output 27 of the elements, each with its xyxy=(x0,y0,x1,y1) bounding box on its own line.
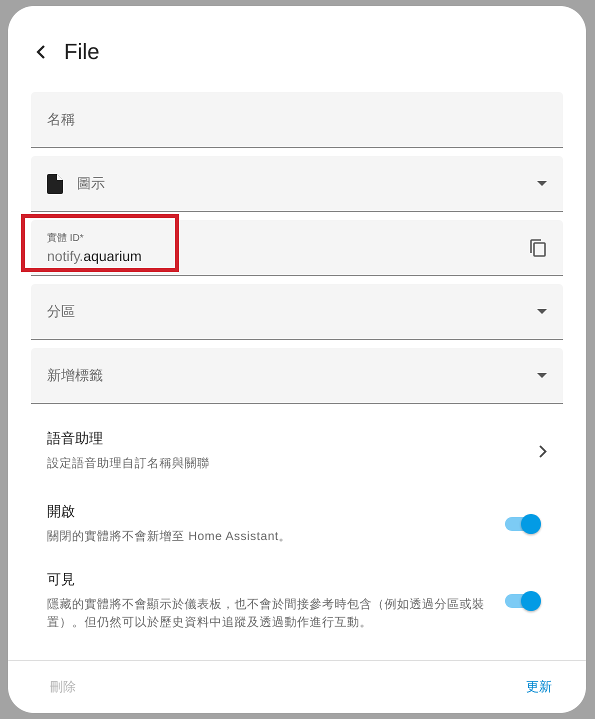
field-label: 分區 xyxy=(47,302,76,320)
setting-description: 設定語音助理自訂名稱與關聯 xyxy=(47,455,210,472)
entity-id-field[interactable]: 實體 ID* notify.aquarium xyxy=(31,220,563,276)
setting-description: 隱藏的實體將不會顯示於儀表板，也不會於間接參考時包含（例如透過分區或裝置）。但仍然可以於歷史資料中追蹤及透過動作進行互動。 xyxy=(47,596,486,631)
setting-description: 關閉的實體將不會新增至 Home Assistant。 xyxy=(47,528,292,545)
setting-title: 可見 xyxy=(47,571,76,589)
field-label: 實體 ID* xyxy=(47,232,85,245)
field-label: 圖示 xyxy=(77,174,106,192)
field-label: 新增標籤 xyxy=(47,366,104,384)
toggle-switch[interactable] xyxy=(505,517,539,531)
copy-icon[interactable] xyxy=(529,238,547,258)
dropdown-caret-icon xyxy=(537,309,547,314)
setting-title: 語音助理 xyxy=(47,430,104,448)
select-field[interactable]: 圖示 xyxy=(31,156,563,212)
back-icon[interactable] xyxy=(36,45,46,59)
select-field[interactable]: 分區 xyxy=(31,284,563,340)
chevron-right-icon xyxy=(539,444,547,458)
toggle-switch[interactable] xyxy=(505,594,539,608)
voice-assistant-item[interactable]: 語音助理 設定語音助理自訂名稱與關聯 xyxy=(31,422,563,480)
select-field[interactable]: 新增標籤 xyxy=(31,348,563,404)
field-value: notify.aquarium xyxy=(47,248,142,264)
dropdown-caret-icon xyxy=(537,373,547,378)
dropdown-caret-icon xyxy=(537,181,547,186)
update-button[interactable]: 更新 xyxy=(518,672,560,702)
dialog-title: File xyxy=(64,39,100,65)
setting-title: 開啟 xyxy=(47,503,76,521)
name-field[interactable]: 名稱 xyxy=(31,92,563,148)
